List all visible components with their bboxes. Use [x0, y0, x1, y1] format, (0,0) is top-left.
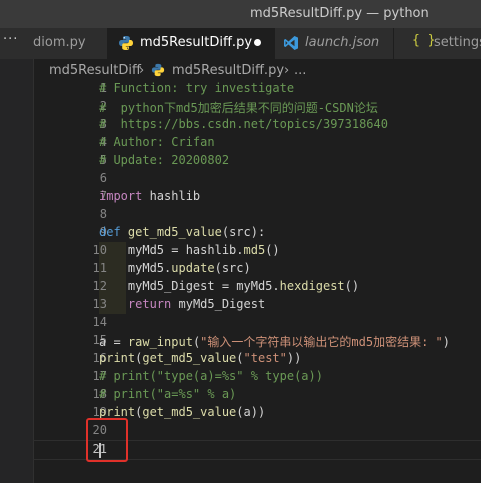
code-text: # Function: try investigate — [99, 81, 295, 95]
python-file-icon — [118, 34, 134, 56]
breadcrumb-trail[interactable]: ... — [294, 63, 306, 78]
code-text: # Update: 20200802 — [99, 153, 230, 167]
code-text: # Author: Crifan — [99, 135, 215, 149]
code-text: # python下md5加密后结果不同的问题-CSDN论坛 — [99, 101, 378, 115]
code-line[interactable]: 9 def get_md5_value(src): — [33, 224, 481, 242]
tab-diom-py[interactable]: diom.py — [33, 28, 108, 59]
code-line[interactable]: 2 # python下md5加密后结果不同的问题-CSDN论坛 — [33, 98, 481, 116]
code-text: # https://bbs.csdn.net/topics/397318640 — [99, 117, 388, 131]
code-line[interactable]: 18 # print("a=%s" % a) — [33, 386, 481, 404]
code-line[interactable]: 1 # Function: try investigate — [33, 80, 481, 98]
code-line[interactable]: 14 — [33, 314, 481, 332]
code-line[interactable]: 11 myMd5.update(src) — [33, 260, 481, 278]
breadcrumb-separator: › — [284, 63, 290, 78]
line-number: 8 — [99, 207, 107, 221]
activity-bar-stub: ··· — [0, 28, 33, 59]
tab-label: settings — [434, 35, 481, 50]
breadcrumb: md5ResultDiff › md5ResultDiff.py › ... — [33, 59, 481, 82]
code-text: myMd5.update(src) — [99, 261, 251, 275]
code-line[interactable]: 4 # Author: Crifan — [33, 134, 481, 152]
tab-label: diom.py — [33, 35, 86, 50]
code-line[interactable]: 3 # https://bbs.csdn.net/topics/397318640 — [33, 116, 481, 134]
window-title: md5ResultDiff.py — python — [250, 6, 429, 21]
tab-md5resultdiff-py[interactable]: md5ResultDiff.py — [108, 28, 275, 59]
title-bar: md5ResultDiff.py — python — [0, 0, 481, 28]
unsaved-dot-icon[interactable] — [254, 39, 261, 46]
breadcrumb-folder[interactable]: md5ResultDiff — [49, 63, 141, 78]
json-braces-icon: { } — [412, 33, 436, 48]
code-text: return myMd5_Digest — [127, 297, 266, 311]
code-line[interactable]: 12 myMd5_Digest = myMd5.hexdigest() — [33, 278, 481, 296]
code-text: print(get_md5_value(a)) — [99, 405, 266, 419]
code-line[interactable]: 15 a = raw_input("输入一个字符串以输出它的md5加密结果: ") — [33, 332, 481, 350]
code-text: # print("type(a)=%s" % type(a)) — [99, 369, 323, 383]
code-line[interactable]: 5 # Update: 20200802 — [33, 152, 481, 170]
code-text: myMd5_Digest = myMd5.hexdigest() — [99, 279, 360, 293]
tab-settings[interactable]: { } settings — [394, 28, 481, 59]
sidebar-edge — [0, 59, 34, 483]
code-text: import hashlib — [99, 189, 201, 203]
code-line[interactable]: 8 — [33, 206, 481, 224]
code-line[interactable]: 7 import hashlib — [33, 188, 481, 206]
code-line[interactable]: 13 return myMd5_Digest — [33, 296, 481, 314]
highlight-box — [86, 418, 128, 462]
tab-label: md5ResultDiff.py — [140, 35, 253, 50]
tab-bar: ··· diom.py md5ResultDiff.py launch.json… — [0, 28, 481, 59]
tab-label: launch.json — [305, 35, 380, 50]
code-text: myMd5 = hashlib.md5() — [99, 243, 280, 257]
tab-launch-json[interactable]: launch.json — [275, 28, 394, 59]
code-line[interactable]: 16 print(get_md5_value("test")) — [33, 350, 481, 368]
code-text: # print("a=%s" % a) — [99, 387, 237, 401]
line-number: 6 — [99, 171, 107, 185]
more-actions-icon[interactable]: ··· — [3, 32, 18, 47]
code-text: a = raw_input("输入一个字符串以输出它的md5加密结果: ") — [99, 335, 450, 349]
code-line[interactable]: 17 # print("type(a)=%s" % type(a)) — [33, 368, 481, 386]
breadcrumb-separator: › — [139, 63, 145, 78]
code-text: def get_md5_value(src): — [99, 225, 266, 239]
code-text: print(get_md5_value("test")) — [99, 351, 302, 365]
code-line[interactable]: 6 — [33, 170, 481, 188]
code-line[interactable]: 10 myMd5 = hashlib.md5() — [33, 242, 481, 260]
breadcrumb-file[interactable]: md5ResultDiff.py — [172, 63, 284, 78]
line-number: 14 — [92, 315, 107, 329]
python-file-icon — [151, 62, 165, 82]
vscode-config-icon — [283, 34, 299, 56]
